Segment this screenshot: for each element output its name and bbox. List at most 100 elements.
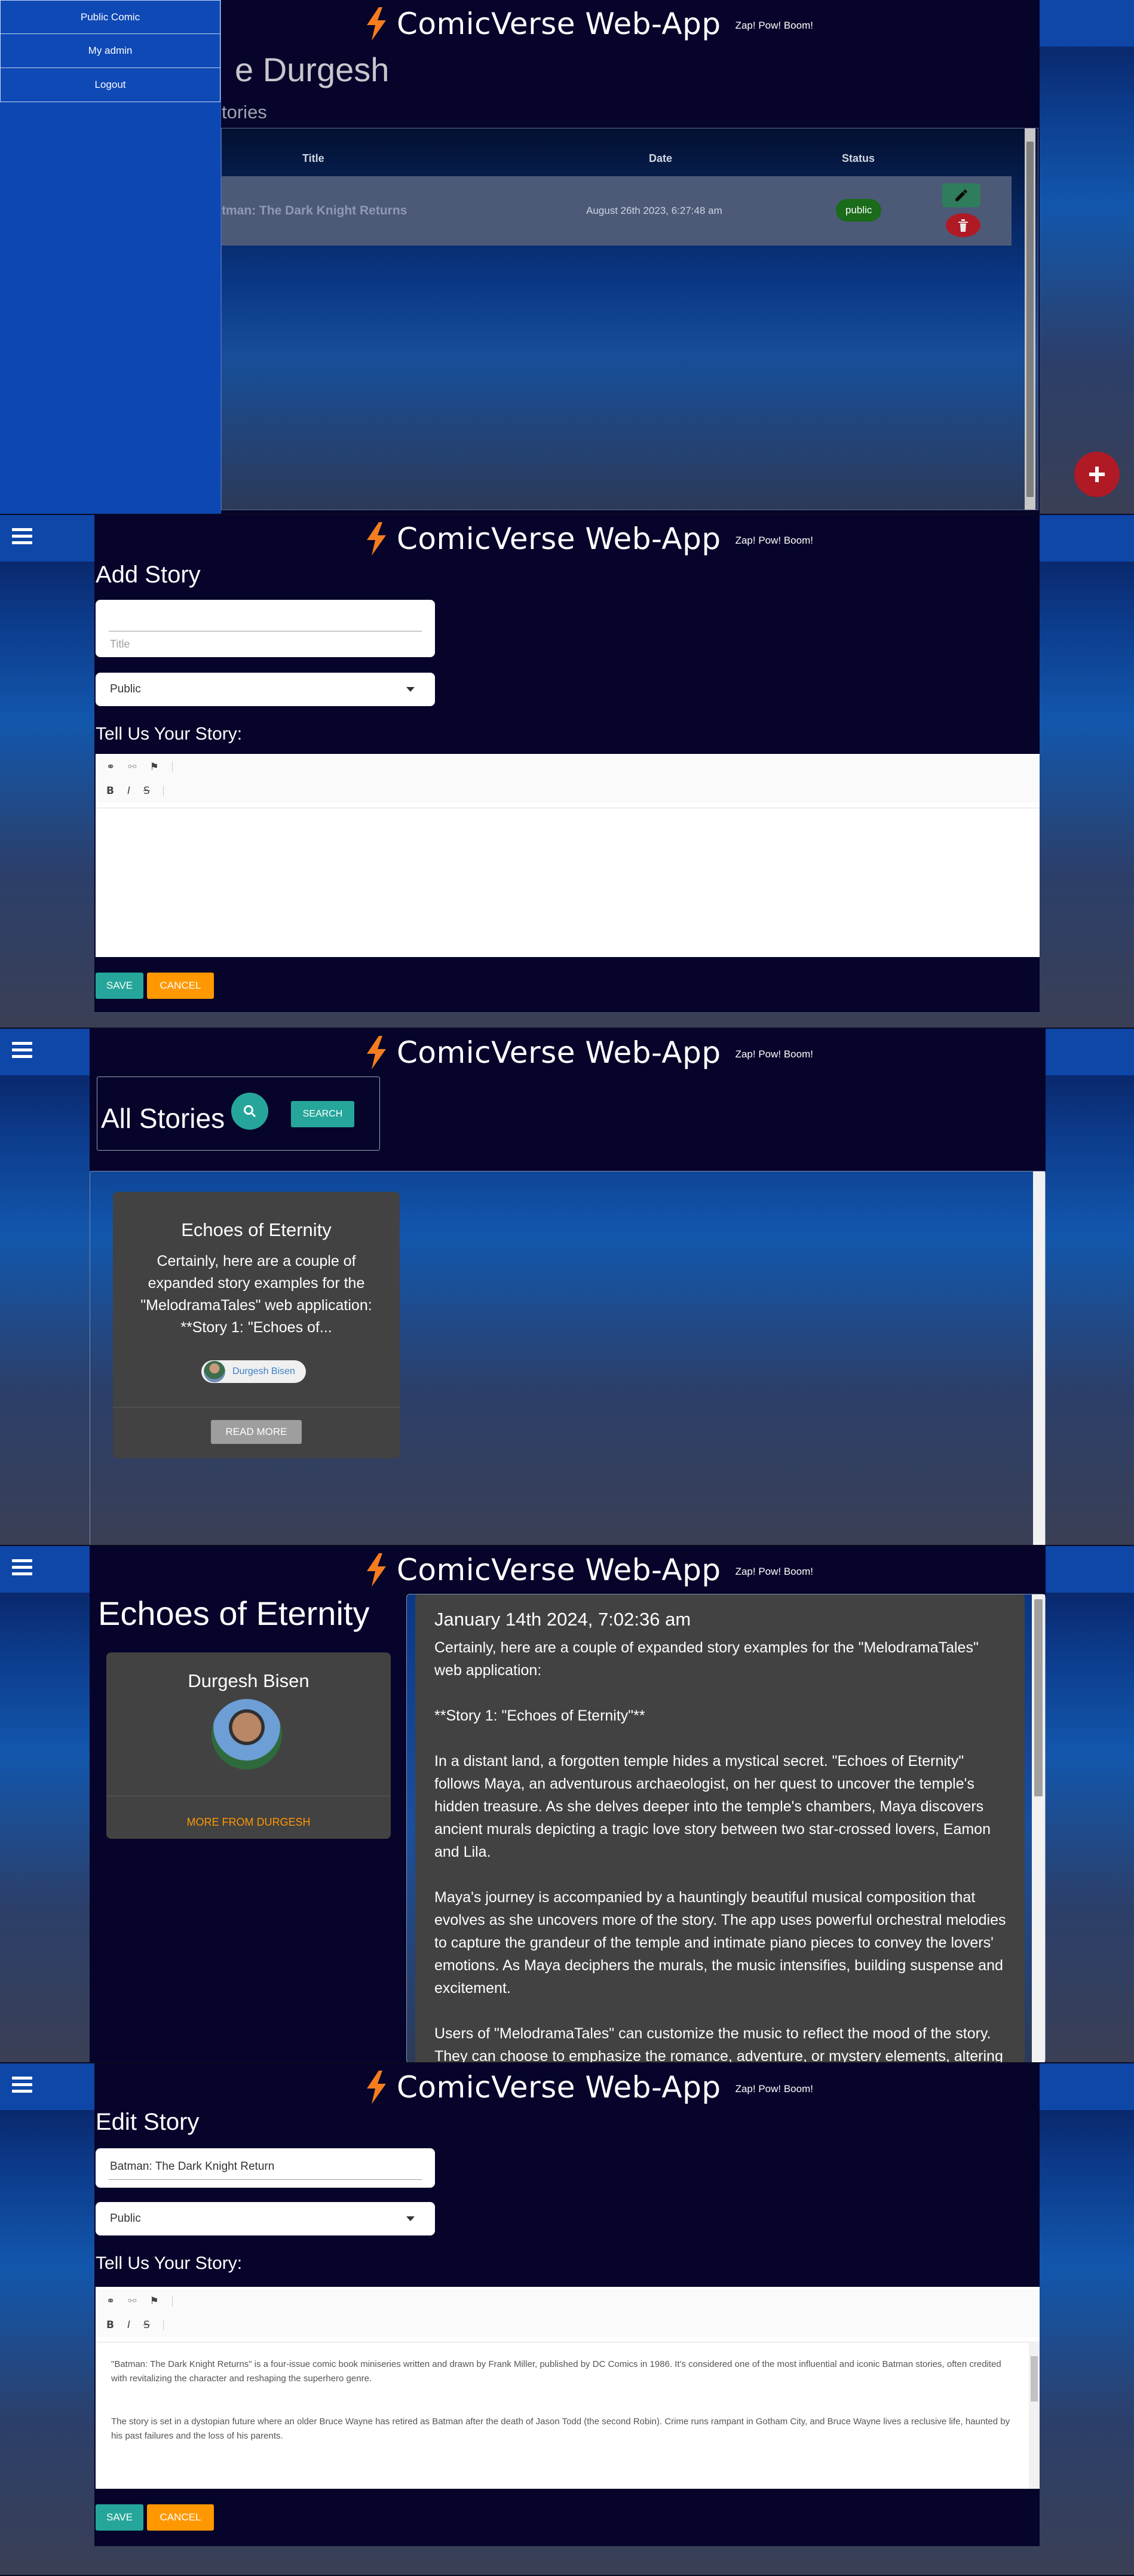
visibility-select[interactable]: Public [96, 673, 435, 706]
plus-icon [1089, 467, 1105, 482]
editor-toolbar-row-1: ⚭ ⚯ ⚑ [96, 755, 1040, 779]
cancel-button[interactable]: CANCEL [147, 2504, 214, 2531]
drawer-item-public-comic[interactable]: Public Comic [0, 0, 220, 34]
more-from-author-link[interactable]: MORE FROM DURGESH [106, 1816, 391, 1829]
read-more-button[interactable]: READ MORE [211, 1420, 302, 1444]
search-button[interactable]: SEARCH [291, 1101, 354, 1127]
unlink-icon[interactable]: ⚯ [128, 2295, 136, 2307]
brand[interactable]: ComicVerse Web-App Zap! Pow! Boom! [364, 521, 813, 557]
story-detail-panel: ComicVerse Web-App Zap! Pow! Boom! Echoe… [0, 1546, 1134, 2063]
story-paragraph: Certainly, here are a couple of expanded… [434, 1639, 979, 1679]
chevron-down-icon [406, 2216, 415, 2221]
column-header-title: Title [302, 152, 324, 164]
editor-toolbar-row-2: B I S [96, 779, 1040, 803]
unlink-icon[interactable]: ⚯ [128, 761, 136, 773]
side-drawer: Public Comic My admin Logout [0, 0, 221, 514]
table-row[interactable]: tman: The Dark Knight Returns August 26t… [222, 176, 1012, 246]
editor-paragraph: "Batman: The Dark Knight Returns" is a f… [111, 2359, 1001, 2384]
flag-icon[interactable]: ⚑ [150, 761, 159, 773]
menu-icon[interactable] [12, 1042, 32, 1060]
story-scrollbar[interactable] [1032, 1594, 1045, 2062]
avatar [204, 1361, 225, 1382]
title-input[interactable]: Batman: The Dark Knight Return [96, 2148, 435, 2188]
column-header-status: Status [842, 152, 875, 164]
bold-button[interactable]: B [106, 785, 114, 797]
author-chip[interactable]: Durgesh Bisen [201, 1360, 306, 1385]
column-header-date: Date [649, 152, 673, 164]
italic-button[interactable]: I [127, 785, 130, 797]
section-subtitle: tories [222, 102, 267, 122]
story-paragraph: In a distant land, a forgotten temple hi… [434, 1753, 991, 1860]
search-bar: All Stories SEARCH [97, 1077, 380, 1151]
menu-icon[interactable] [12, 1559, 32, 1577]
story-editor[interactable]: ⚭ ⚯ ⚑ B I S "Batman: The Dark Knight Ret… [96, 2287, 1040, 2489]
lightning-bolt-icon [367, 1036, 386, 1069]
search-icon-button[interactable] [231, 1093, 268, 1130]
status-badge: public [836, 199, 882, 222]
save-button[interactable]: SAVE [96, 973, 143, 999]
story-body: Certainly, here are a couple of expanded… [434, 1636, 1008, 2062]
link-icon[interactable]: ⚭ [106, 2295, 115, 2307]
link-icon[interactable]: ⚭ [106, 761, 115, 773]
page-title: e Durgesh [235, 51, 390, 88]
story-content-frame: January 14th 2024, 7:02:36 am Certainly,… [406, 1594, 1046, 2062]
edit-story-panel: ComicVerse Web-App Zap! Pow! Boom! Edit … [0, 2063, 1134, 2576]
search-icon [244, 1105, 256, 1118]
editor-scrollbar[interactable] [1029, 2343, 1040, 2489]
brand-subtitle: Zap! Pow! Boom! [735, 20, 813, 31]
stories-grid: Echoes of Eternity Certainly, here are a… [90, 1171, 1046, 1545]
menu-icon[interactable] [12, 2077, 32, 2094]
card-title: Echoes of Eternity [181, 1219, 332, 1240]
brand[interactable]: ComicVerse Web-App Zap! Pow! Boom! [364, 2069, 813, 2105]
visibility-value: Public [110, 683, 141, 695]
brand-subtitle: Zap! Pow! Boom! [735, 1566, 813, 1577]
editor-toolbar-row-2: B I S [96, 2313, 1040, 2337]
brand[interactable]: ComicVerse Web-App Zap! Pow! Boom! [364, 1552, 813, 1588]
editor-paragraph: The story is set in a dystopian future w… [111, 2416, 1010, 2441]
topbar-right [1046, 1029, 1134, 1075]
bold-button[interactable]: B [106, 2319, 114, 2331]
editor-toolbar-row-1: ⚭ ⚯ ⚑ [96, 2289, 1040, 2313]
chevron-down-icon [406, 687, 415, 692]
menu-icon[interactable] [12, 528, 32, 546]
drawer-item-my-admin[interactable]: My admin [0, 34, 220, 68]
topbar-right [1040, 0, 1134, 47]
strikethrough-button[interactable]: S [143, 2319, 150, 2331]
brand-title: ComicVerse Web-App [397, 2070, 721, 2105]
delete-button[interactable] [946, 213, 980, 237]
brand-title: ComicVerse Web-App [397, 522, 721, 556]
all-stories-panel: ComicVerse Web-App Zap! Pow! Boom! All S… [0, 1029, 1134, 1546]
my-stories-panel: ComicVerse Web-App Zap! Pow! Boom! e Dur… [0, 0, 1134, 515]
brand-title: ComicVerse Web-App [397, 7, 721, 41]
italic-button[interactable]: I [127, 2319, 130, 2331]
table-scrollbar[interactable] [1025, 128, 1035, 510]
story-editor[interactable]: ⚭ ⚯ ⚑ B I S [96, 754, 1040, 957]
brand-subtitle: Zap! Pow! Boom! [735, 2083, 813, 2094]
author-avatar [212, 1699, 282, 1770]
row-date: August 26th 2023, 6:27:48 am [586, 205, 722, 216]
flag-icon[interactable]: ⚑ [150, 2295, 159, 2307]
add-story-fab[interactable] [1074, 452, 1120, 497]
brand[interactable]: ComicVerse Web-App Zap! Pow! Boom! [364, 6, 813, 42]
drawer-item-logout[interactable]: Logout [0, 68, 220, 102]
trash-icon [958, 219, 968, 232]
author-name: Durgesh Bisen [232, 1366, 295, 1376]
visibility-select[interactable]: Public [96, 2202, 435, 2235]
row-title: tman: The Dark Knight Returns [222, 204, 407, 217]
story-paragraph: Maya's journey is accompanied by a haunt… [434, 1889, 1006, 1997]
story-card[interactable]: Echoes of Eternity Certainly, here are a… [113, 1192, 400, 1458]
editor-content[interactable]: "Batman: The Dark Knight Returns" is a f… [111, 2357, 1016, 2443]
cancel-button[interactable]: CANCEL [147, 973, 214, 999]
title-value: Batman: The Dark Knight Return [110, 2160, 275, 2173]
title-input[interactable]: Title [96, 600, 435, 657]
strikethrough-button[interactable]: S [143, 785, 150, 797]
lightning-bolt-icon [367, 2071, 386, 2104]
edit-button[interactable] [942, 183, 980, 207]
edit-icon [955, 189, 967, 201]
brand[interactable]: ComicVerse Web-App Zap! Pow! Boom! [364, 1035, 813, 1071]
brand-title: ComicVerse Web-App [397, 1035, 721, 1070]
save-button[interactable]: SAVE [96, 2504, 143, 2531]
topbar-right [1046, 1546, 1134, 1593]
grid-scrollbar[interactable] [1033, 1172, 1045, 1545]
visibility-value: Public [110, 2212, 141, 2225]
